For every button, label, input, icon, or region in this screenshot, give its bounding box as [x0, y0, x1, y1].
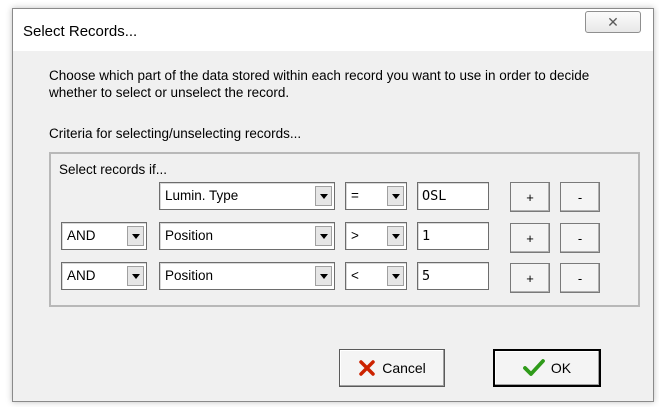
row2-connector-value: AND: [67, 228, 96, 243]
row3-add-button[interactable]: +: [510, 263, 550, 293]
row3-field-value: Position: [165, 268, 214, 283]
minus-icon: -: [577, 270, 583, 286]
row2-operator-value: >: [351, 228, 359, 243]
chevron-down-icon[interactable]: [387, 266, 404, 286]
row2-connector-select[interactable]: AND: [61, 222, 147, 250]
row3-value-text: 5: [422, 268, 431, 284]
close-icon: ✕: [607, 13, 619, 30]
green-check-icon: [522, 359, 545, 376]
row2-field-select[interactable]: Position: [159, 222, 335, 250]
row2-remove-button[interactable]: -: [560, 223, 600, 253]
row3-connector-value: AND: [67, 268, 96, 283]
row3-operator-select[interactable]: <: [345, 262, 407, 290]
row2-field-value: Position: [165, 228, 214, 243]
row2-value-input[interactable]: 1: [417, 222, 489, 250]
row3-field-select[interactable]: Position: [159, 262, 335, 290]
close-button[interactable]: ✕: [585, 11, 641, 33]
minus-icon: -: [577, 230, 583, 246]
row1-value-text: OSL: [422, 188, 447, 204]
ok-label: OK: [550, 360, 572, 376]
row1-field-select[interactable]: Lumin. Type: [159, 182, 335, 210]
plus-icon: +: [526, 189, 534, 205]
minus-icon: -: [577, 189, 583, 205]
row1-field-value: Lumin. Type: [165, 188, 239, 203]
row3-remove-button[interactable]: -: [560, 263, 600, 293]
instructions-text: Choose which part of the data stored wit…: [49, 68, 590, 100]
dialog-title: Select Records...: [23, 23, 138, 40]
chevron-down-icon[interactable]: [387, 186, 404, 206]
row1-operator-value: =: [351, 188, 359, 203]
row2-add-button[interactable]: +: [510, 223, 550, 253]
chevron-down-icon[interactable]: [127, 266, 144, 286]
plus-icon: +: [526, 230, 534, 246]
red-x-icon: [359, 360, 375, 376]
row1-value-input[interactable]: OSL: [417, 182, 489, 210]
row3-operator-value: <: [351, 268, 359, 283]
plus-icon: +: [526, 270, 534, 286]
cancel-label: Cancel: [382, 360, 426, 376]
chevron-down-icon[interactable]: [315, 226, 332, 246]
cancel-button[interactable]: Cancel: [339, 349, 445, 387]
ok-button[interactable]: OK: [493, 349, 601, 387]
criteria-label: Criteria for selecting/unselecting recor…: [49, 126, 302, 141]
row1-operator-select[interactable]: =: [345, 182, 407, 210]
title-bar: Select Records... ✕: [13, 9, 653, 51]
group-label: Select records if...: [59, 162, 168, 177]
row3-connector-select[interactable]: AND: [61, 262, 147, 290]
row1-add-button[interactable]: +: [510, 182, 550, 212]
row3-value-input[interactable]: 5: [417, 262, 489, 290]
row1-remove-button[interactable]: -: [560, 182, 600, 212]
row2-value-text: 1: [422, 228, 431, 244]
select-records-dialog: Select Records... ✕ Choose which part of…: [12, 8, 654, 402]
row2-operator-select[interactable]: >: [345, 222, 407, 250]
chevron-down-icon[interactable]: [127, 226, 144, 246]
criteria-group: Select records if... Lumin. Type = OSL +…: [49, 152, 640, 307]
chevron-down-icon[interactable]: [315, 266, 332, 286]
chevron-down-icon[interactable]: [315, 186, 332, 206]
chevron-down-icon[interactable]: [387, 226, 404, 246]
